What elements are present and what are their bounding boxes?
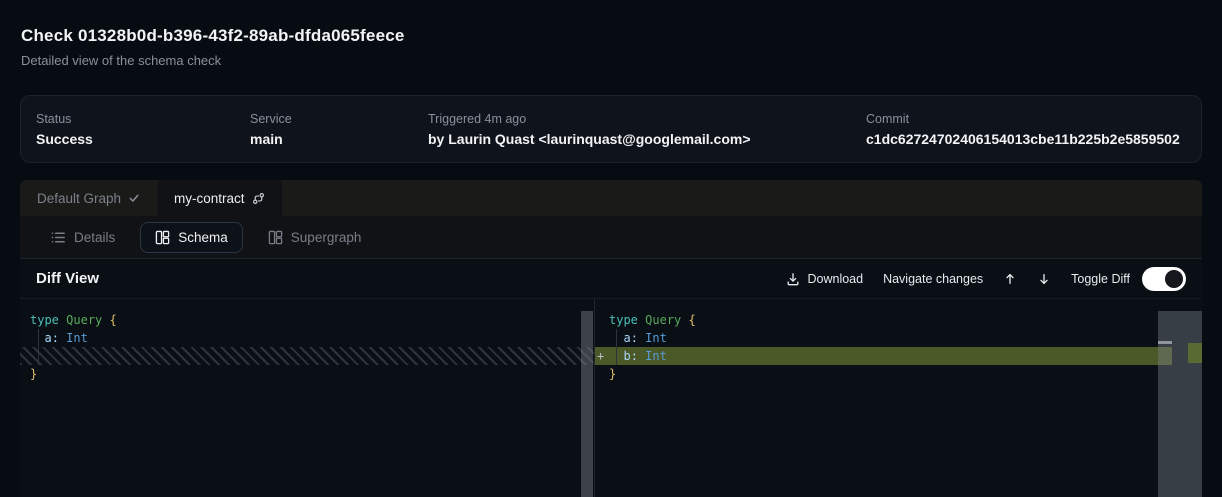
left-scrollbar[interactable] — [581, 311, 593, 497]
tab-default-graph-label: Default Graph — [37, 191, 121, 206]
diff-line-placeholder — [20, 347, 594, 365]
page-title: Check 01328b0d-b396-43f2-89ab-dfda065fee… — [21, 26, 405, 46]
diff-line-added: + b: Int — [595, 347, 1172, 365]
list-icon — [51, 230, 66, 245]
indent-guide — [38, 329, 39, 365]
tab-supergraph[interactable]: Supergraph — [253, 222, 377, 253]
toggle-diff-switch[interactable] — [1142, 267, 1186, 291]
triggered-label: Triggered 4m ago — [428, 112, 866, 126]
diff-pane-before[interactable]: type Query { a: Int} — [20, 299, 595, 497]
view-tab-bar: Details Schema — [20, 216, 1202, 258]
service-value: main — [250, 131, 428, 147]
next-change-button[interactable] — [1037, 272, 1051, 286]
diff-toolbar: Diff View Download Navigate changes — [20, 259, 1202, 299]
graph-tab-bar: Default Graph my-contract — [20, 180, 1202, 216]
diff-pane-after[interactable]: type Query { a: Int+ b: Int } — [595, 299, 1202, 497]
commit-label: Commit — [866, 112, 1186, 126]
git-compare-icon — [252, 192, 265, 205]
overview-ruler-added-marker — [1188, 343, 1202, 363]
meta-status: Status Success — [36, 112, 250, 147]
toggle-diff-control: Toggle Diff — [1071, 267, 1186, 291]
download-icon — [786, 272, 800, 286]
commit-value: c1dc62724702406154013cbe11b225b2e5859502 — [866, 131, 1186, 147]
diff-line-code: a: Int — [595, 329, 1202, 347]
tab-schema-label: Schema — [178, 230, 228, 245]
diff-line-code: } — [20, 365, 594, 383]
previous-change-button[interactable] — [1003, 272, 1017, 286]
right-scrollbar[interactable] — [1158, 311, 1202, 497]
arrow-up-icon — [1003, 272, 1017, 286]
diff-editor: type Query { a: Int} type Query { a: Int… — [20, 299, 1202, 497]
diff-gutter — [597, 365, 609, 383]
diff-gutter — [597, 329, 609, 347]
page-header: Check 01328b0d-b396-43f2-89ab-dfda065fee… — [21, 26, 405, 68]
panels-icon — [268, 230, 283, 245]
tab-details[interactable]: Details — [36, 222, 130, 253]
diff-gutter: + — [597, 347, 609, 365]
navigate-changes-button[interactable]: Navigate changes — [883, 272, 983, 286]
panels-icon — [155, 230, 170, 245]
navigate-changes-label: Navigate changes — [883, 272, 983, 286]
diff-gutter — [597, 311, 609, 329]
diff-line-code: type Query { — [20, 311, 594, 329]
check-icon — [128, 192, 140, 204]
meta-triggered: Triggered 4m ago by Laurin Quast <laurin… — [428, 112, 866, 147]
meta-commit: Commit c1dc62724702406154013cbe11b225b2e… — [866, 112, 1186, 147]
schema-check-page: Check 01328b0d-b396-43f2-89ab-dfda065fee… — [0, 0, 1222, 497]
diff-section: Diff View Download Navigate changes — [20, 258, 1202, 497]
download-label: Download — [807, 272, 863, 286]
indent-guide — [616, 329, 617, 365]
contract-panel: Details Schema — [20, 216, 1202, 497]
diff-controls: Download Navigate changes — [786, 267, 1186, 291]
diff-view-title: Diff View — [36, 270, 99, 287]
download-button[interactable]: Download — [786, 272, 863, 286]
status-label: Status — [36, 112, 250, 126]
switch-knob — [1165, 270, 1183, 288]
diff-line-code: } — [595, 365, 1202, 383]
status-value: Success — [36, 131, 250, 147]
triggered-value: by Laurin Quast <laurinquast@googlemail.… — [428, 131, 866, 147]
meta-service: Service main — [250, 112, 428, 147]
arrow-down-icon — [1037, 272, 1051, 286]
scrollbar-slider-edge — [1158, 341, 1172, 344]
service-label: Service — [250, 112, 428, 126]
tab-my-contract-label: my-contract — [174, 191, 245, 206]
tab-default-graph[interactable]: Default Graph — [20, 180, 157, 216]
tab-details-label: Details — [74, 230, 115, 245]
toggle-diff-label: Toggle Diff — [1071, 272, 1130, 286]
diff-line-code: type Query { — [595, 311, 1202, 329]
check-meta-card: Status Success Service main Triggered 4m… — [20, 95, 1202, 163]
tab-my-contract[interactable]: my-contract — [157, 180, 282, 216]
tab-schema[interactable]: Schema — [140, 222, 243, 253]
diff-line-code: a: Int — [20, 329, 594, 347]
tab-supergraph-label: Supergraph — [291, 230, 362, 245]
page-subtitle: Detailed view of the schema check — [21, 53, 405, 68]
